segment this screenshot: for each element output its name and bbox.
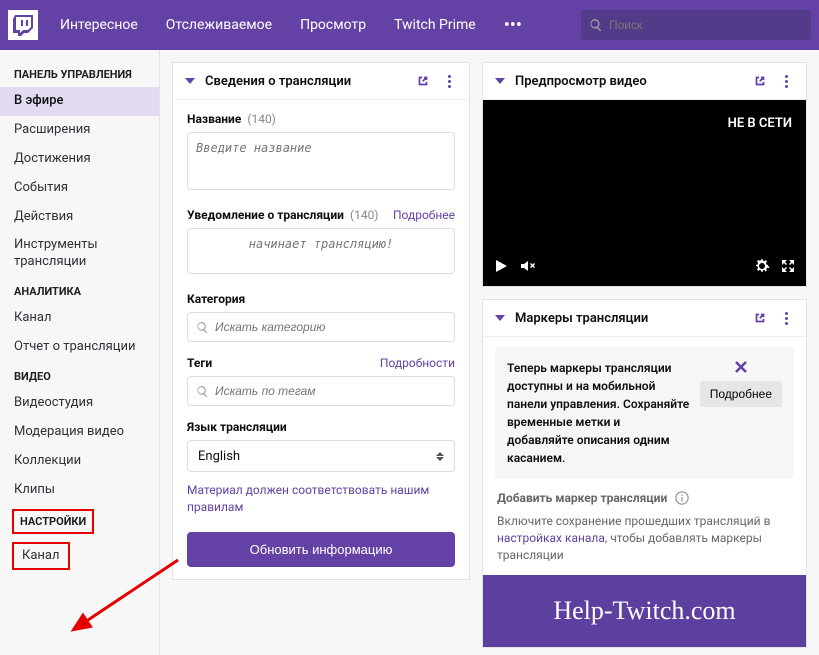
- add-marker-label: Добавить маркер трансляции: [483, 491, 806, 513]
- sidebar-item-events[interactable]: События: [0, 174, 159, 203]
- language-select[interactable]: English: [187, 440, 455, 472]
- close-icon[interactable]: [733, 359, 749, 375]
- popout-icon[interactable]: [752, 73, 768, 89]
- sidebar-item-stream-report[interactable]: Отчет о трансляции: [0, 333, 159, 362]
- nav-more[interactable]: •••: [490, 15, 536, 36]
- select-arrows-icon: [436, 452, 444, 461]
- search-icon: [196, 385, 209, 398]
- notification-input[interactable]: [187, 228, 455, 274]
- tags-label: ТегиПодробности: [187, 356, 455, 370]
- twitch-logo[interactable]: [8, 10, 38, 40]
- sidebar-section-analytics: АНАЛИТИКА: [0, 277, 159, 304]
- settings-icon[interactable]: [754, 258, 770, 278]
- search-input[interactable]: [609, 18, 803, 32]
- video-preview: НЕ В СЕТИ: [483, 100, 806, 286]
- category-input[interactable]: [187, 312, 455, 342]
- nav-browse[interactable]: Просмотр: [286, 0, 380, 50]
- top-nav: Интересное Отслеживаемое Просмотр Twitch…: [0, 0, 819, 50]
- sidebar-item-collections[interactable]: Коллекции: [0, 447, 159, 476]
- markers-help-text: Включите сохранение прошедших трансляций…: [483, 513, 806, 575]
- sidebar-section-dashboard: ПАНЕЛЬ УПРАВЛЕНИЯ: [0, 60, 159, 87]
- notif-label: Уведомление о трансляции(140)Подробнее: [187, 208, 455, 222]
- sidebar-item-actions[interactable]: Действия: [0, 203, 159, 232]
- sidebar-item-channel-analytics[interactable]: Канал: [0, 304, 159, 333]
- nav-following[interactable]: Отслеживаемое: [152, 0, 286, 50]
- offline-badge: НЕ В СЕТИ: [728, 116, 792, 131]
- preview-panel: Предпросмотр видео НЕ В СЕТИ: [482, 62, 807, 287]
- panel-title: Маркеры трансляции: [515, 311, 742, 326]
- name-label: Название(140): [187, 112, 455, 126]
- popout-icon[interactable]: [752, 310, 768, 326]
- sidebar-item-videostudio[interactable]: Видеостудия: [0, 389, 159, 418]
- nav-interesting[interactable]: Интересное: [46, 0, 152, 50]
- tags-input[interactable]: [187, 376, 455, 406]
- more-icon[interactable]: [778, 310, 794, 326]
- sidebar: ПАНЕЛЬ УПРАВЛЕНИЯ В эфире Расширения Дос…: [0, 50, 160, 655]
- popout-icon[interactable]: [415, 73, 431, 89]
- mute-icon[interactable]: [519, 258, 535, 278]
- sidebar-item-channel-settings[interactable]: Канал: [12, 542, 70, 571]
- sidebar-item-extensions[interactable]: Расширения: [0, 116, 159, 145]
- more-icon[interactable]: [778, 73, 794, 89]
- collapse-toggle[interactable]: [185, 78, 195, 84]
- notice-more-button[interactable]: Подробнее: [700, 381, 782, 407]
- collapse-toggle[interactable]: [495, 78, 505, 84]
- stream-info-panel: Сведения о трансляции Название(140) Увед…: [172, 62, 470, 580]
- update-button[interactable]: Обновить информацию: [187, 532, 455, 567]
- markers-panel: Маркеры трансляции Теперь маркеры трансл…: [482, 299, 807, 648]
- category-label: Категория: [187, 292, 455, 306]
- sidebar-item-streamtools[interactable]: Инструменты трансляции: [0, 231, 159, 277]
- markers-notice: Теперь маркеры трансляции доступны и на …: [495, 347, 794, 479]
- fullscreen-icon[interactable]: [780, 258, 796, 278]
- play-icon[interactable]: [493, 258, 509, 278]
- notif-more-link[interactable]: Подробнее: [393, 208, 455, 222]
- nav-prime[interactable]: Twitch Prime: [380, 0, 490, 50]
- search-icon: [196, 321, 209, 334]
- title-input[interactable]: [187, 132, 455, 190]
- panel-title: Предпросмотр видео: [515, 74, 742, 89]
- sidebar-item-achievements[interactable]: Достижения: [0, 145, 159, 174]
- info-icon[interactable]: [675, 491, 689, 505]
- channel-settings-link[interactable]: настройках канала: [497, 531, 605, 545]
- sidebar-item-clips[interactable]: Клипы: [0, 476, 159, 505]
- sidebar-item-live[interactable]: В эфире: [0, 87, 159, 116]
- rules-link[interactable]: Материал должен соответствовать нашим пр…: [187, 482, 455, 516]
- lang-label: Язык трансляции: [187, 420, 455, 434]
- tags-more-link[interactable]: Подробности: [380, 356, 455, 370]
- sidebar-section-video: ВИДЕО: [0, 362, 159, 389]
- watermark: Help-Twitch.com: [483, 575, 806, 647]
- main-content: Сведения о трансляции Название(140) Увед…: [160, 50, 819, 655]
- search-icon: [589, 18, 603, 32]
- collapse-toggle[interactable]: [495, 315, 505, 321]
- sidebar-section-settings: НАСТРОЙКИ: [12, 509, 94, 534]
- more-icon[interactable]: [441, 73, 457, 89]
- sidebar-item-moderation[interactable]: Модерация видео: [0, 418, 159, 447]
- search-box[interactable]: [581, 10, 811, 40]
- panel-title: Сведения о трансляции: [205, 74, 405, 89]
